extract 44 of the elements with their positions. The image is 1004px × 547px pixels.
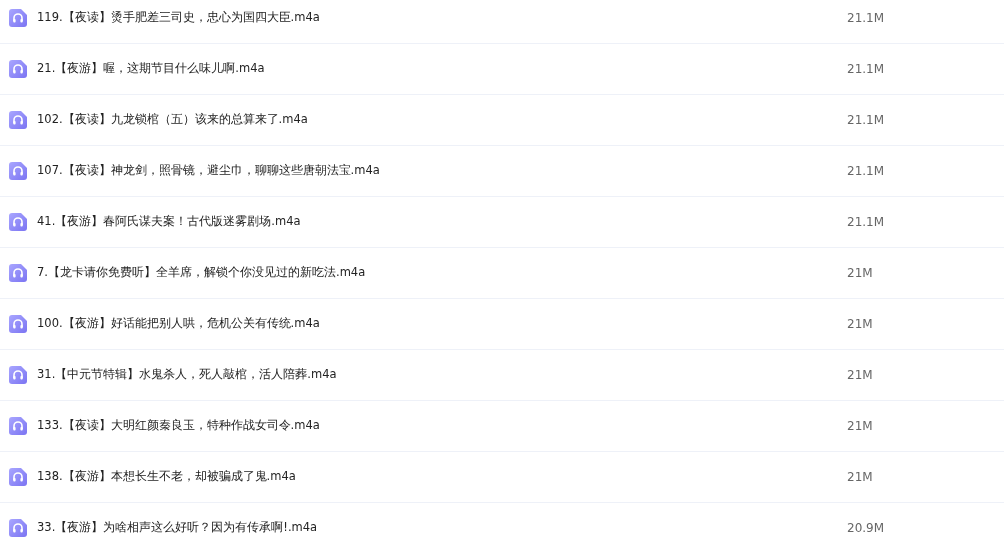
- file-name: 119.【夜读】烫手肥差三司史，忠心为国四大臣.m4a: [37, 9, 321, 27]
- headphones-icon: [9, 9, 27, 27]
- headphones-icon: [9, 264, 27, 282]
- file-row[interactable]: 100.【夜游】好话能把别人哄，危机公关有传统.m4a 21M: [0, 299, 1004, 350]
- file-row[interactable]: 7.【龙卡请你免费听】全羊席，解锁个你没见过的新吃法.m4a 21M: [0, 248, 1004, 299]
- headphones-icon: [9, 162, 27, 180]
- file-size: 21M: [847, 316, 873, 333]
- headphones-icon: [9, 417, 27, 435]
- file-size: 21M: [847, 418, 873, 435]
- file-size: 21.1M: [847, 214, 885, 231]
- file-name: 133.【夜读】大明红颜秦良玉，特种作战女司令.m4a: [37, 417, 321, 435]
- headphones-icon: [9, 111, 27, 129]
- file-name: 33.【夜游】为啥相声这么好听？因为有传承啊!.m4a: [37, 519, 319, 537]
- file-size: 21M: [847, 367, 873, 384]
- headphones-icon: [9, 468, 27, 486]
- file-row[interactable]: 31.【中元节特辑】水鬼杀人，死人敲棺，活人陪葬.m4a 21M: [0, 350, 1004, 401]
- file-size: 21.1M: [847, 112, 885, 129]
- headphones-icon: [9, 315, 27, 333]
- file-size: 21.1M: [847, 10, 885, 27]
- file-row[interactable]: 21.【夜游】喔，这期节目什么味儿啊.m4a 21.1M: [0, 44, 1004, 95]
- headphones-icon: [9, 60, 27, 78]
- file-name: 7.【龙卡请你免费听】全羊席，解锁个你没见过的新吃法.m4a: [37, 264, 367, 282]
- file-name: 31.【中元节特辑】水鬼杀人，死人敲棺，活人陪葬.m4a: [37, 366, 338, 384]
- file-name: 102.【夜读】九龙锁棺（五）该来的总算来了.m4a: [37, 111, 309, 129]
- headphones-icon: [9, 519, 27, 537]
- file-row[interactable]: 138.【夜游】本想长生不老，却被骗成了鬼.m4a 21M: [0, 452, 1004, 503]
- file-row[interactable]: 102.【夜读】九龙锁棺（五）该来的总算来了.m4a 21.1M: [0, 95, 1004, 146]
- file-size: 21M: [847, 469, 873, 486]
- file-row[interactable]: 119.【夜读】烫手肥差三司史，忠心为国四大臣.m4a 21.1M: [0, 0, 1004, 44]
- file-row[interactable]: 133.【夜读】大明红颜秦良玉，特种作战女司令.m4a 21M: [0, 401, 1004, 452]
- file-size: 20.9M: [847, 520, 885, 537]
- headphones-icon: [9, 366, 27, 384]
- file-size: 21.1M: [847, 61, 885, 78]
- file-name: 21.【夜游】喔，这期节目什么味儿啊.m4a: [37, 60, 266, 78]
- file-size: 21.1M: [847, 163, 885, 180]
- file-row[interactable]: 33.【夜游】为啥相声这么好听？因为有传承啊!.m4a 20.9M: [0, 503, 1004, 547]
- file-size: 21M: [847, 265, 873, 282]
- headphones-icon: [9, 213, 27, 231]
- file-name: 100.【夜游】好话能把别人哄，危机公关有传统.m4a: [37, 315, 321, 333]
- file-name: 107.【夜读】神龙剑，照骨镜，避尘巾，聊聊这些唐朝法宝.m4a: [37, 162, 381, 180]
- file-row[interactable]: 41.【夜游】春阿氏谋夫案！古代版迷雾剧场.m4a 21.1M: [0, 197, 1004, 248]
- file-row[interactable]: 107.【夜读】神龙剑，照骨镜，避尘巾，聊聊这些唐朝法宝.m4a 21.1M: [0, 146, 1004, 197]
- file-name: 138.【夜游】本想长生不老，却被骗成了鬼.m4a: [37, 468, 297, 486]
- file-name: 41.【夜游】春阿氏谋夫案！古代版迷雾剧场.m4a: [37, 213, 302, 231]
